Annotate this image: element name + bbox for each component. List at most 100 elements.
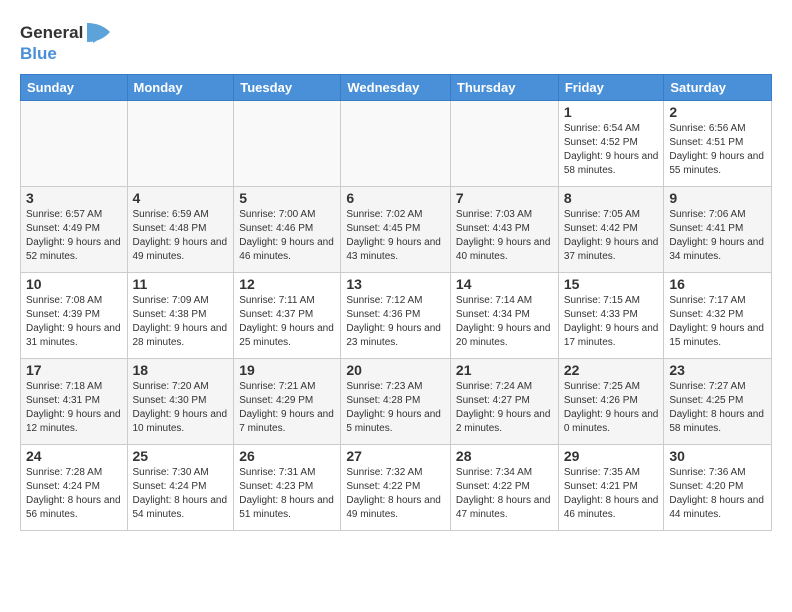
day-number: 30 xyxy=(669,448,766,464)
day-number: 23 xyxy=(669,362,766,378)
calendar-cell: 20 Sunrise: 7:23 AMSunset: 4:28 PMDayligh… xyxy=(341,359,451,445)
day-number: 6 xyxy=(346,190,445,206)
day-info: Sunrise: 7:34 AMSunset: 4:22 PMDaylight:… xyxy=(456,466,553,522)
day-info: Sunrise: 7:15 AMSunset: 4:33 PMDaylight:… xyxy=(564,294,659,350)
day-number: 12 xyxy=(239,276,335,292)
day-number: 15 xyxy=(564,276,659,292)
calendar-cell xyxy=(450,101,558,187)
calendar-cell: 29 Sunrise: 7:35 AMSunset: 4:21 PMDayligh… xyxy=(558,445,664,531)
calendar-cell: 12 Sunrise: 7:11 AMSunset: 4:37 PMDayligh… xyxy=(234,273,341,359)
calendar-cell: 26 Sunrise: 7:31 AMSunset: 4:23 PMDayligh… xyxy=(234,445,341,531)
calendar-cell: 25Sunrise: 7:30 AMSunset: 4:24 PMDayligh… xyxy=(127,445,234,531)
calendar-cell: 30 Sunrise: 7:36 AMSunset: 4:20 PMDayligh… xyxy=(664,445,772,531)
day-number: 4 xyxy=(133,190,229,206)
day-info: Sunrise: 7:11 AMSunset: 4:37 PMDaylight:… xyxy=(239,294,335,350)
day-info: Sunrise: 7:31 AMSunset: 4:23 PMDaylight:… xyxy=(239,466,335,522)
calendar-cell: 23 Sunrise: 7:27 AMSunset: 4:25 PMDayligh… xyxy=(664,359,772,445)
day-info: Sunrise: 6:57 AMSunset: 4:49 PMDaylight:… xyxy=(26,208,122,264)
day-number: 2 xyxy=(669,104,766,120)
calendar-week-row: 3 Sunrise: 6:57 AMSunset: 4:49 PMDaylight… xyxy=(21,187,772,273)
day-number: 3 xyxy=(26,190,122,206)
day-info: Sunrise: 7:24 AMSunset: 4:27 PMDaylight:… xyxy=(456,380,553,436)
day-number: 28 xyxy=(456,448,553,464)
day-info: Sunrise: 7:09 AMSunset: 4:38 PMDaylight:… xyxy=(133,294,229,350)
calendar-header-row: Sunday Monday Tuesday Wednesday Thursday… xyxy=(21,75,772,101)
day-info: Sunrise: 7:30 AMSunset: 4:24 PMDaylight:… xyxy=(133,466,229,522)
calendar-cell: 2 Sunrise: 6:56 AMSunset: 4:51 PMDaylight… xyxy=(664,101,772,187)
logo: General Blue xyxy=(20,18,115,64)
calendar-cell: 3 Sunrise: 6:57 AMSunset: 4:49 PMDaylight… xyxy=(21,187,128,273)
page-header: General Blue xyxy=(0,0,792,74)
calendar-cell: 16 Sunrise: 7:17 AMSunset: 4:32 PMDayligh… xyxy=(664,273,772,359)
calendar-cell: 19 Sunrise: 7:21 AMSunset: 4:29 PMDayligh… xyxy=(234,359,341,445)
day-number: 29 xyxy=(564,448,659,464)
calendar-cell: 22 Sunrise: 7:25 AMSunset: 4:26 PMDayligh… xyxy=(558,359,664,445)
day-number: 20 xyxy=(346,362,445,378)
day-info: Sunrise: 7:27 AMSunset: 4:25 PMDaylight:… xyxy=(669,380,766,436)
day-number: 5 xyxy=(239,190,335,206)
day-number: 14 xyxy=(456,276,553,292)
day-info: Sunrise: 7:17 AMSunset: 4:32 PMDaylight:… xyxy=(669,294,766,350)
col-wednesday: Wednesday xyxy=(341,75,451,101)
day-info: Sunrise: 7:36 AMSunset: 4:20 PMDaylight:… xyxy=(669,466,766,522)
day-info: Sunrise: 7:06 AMSunset: 4:41 PMDaylight:… xyxy=(669,208,766,264)
calendar-cell: 14 Sunrise: 7:14 AMSunset: 4:34 PMDayligh… xyxy=(450,273,558,359)
day-info: Sunrise: 6:54 AMSunset: 4:52 PMDaylight:… xyxy=(564,122,659,178)
day-info: Sunrise: 7:21 AMSunset: 4:29 PMDaylight:… xyxy=(239,380,335,436)
calendar-wrapper: Sunday Monday Tuesday Wednesday Thursday… xyxy=(0,74,792,531)
day-number: 26 xyxy=(239,448,335,464)
day-info: Sunrise: 6:59 AMSunset: 4:48 PMDaylight:… xyxy=(133,208,229,264)
logo-arrow-icon xyxy=(85,18,115,48)
col-monday: Monday xyxy=(127,75,234,101)
day-info: Sunrise: 6:56 AMSunset: 4:51 PMDaylight:… xyxy=(669,122,766,178)
col-saturday: Saturday xyxy=(664,75,772,101)
day-info: Sunrise: 7:08 AMSunset: 4:39 PMDaylight:… xyxy=(26,294,122,350)
day-number: 24 xyxy=(26,448,122,464)
day-info: Sunrise: 7:32 AMSunset: 4:22 PMDaylight:… xyxy=(346,466,445,522)
calendar-table: Sunday Monday Tuesday Wednesday Thursday… xyxy=(20,74,772,531)
day-number: 9 xyxy=(669,190,766,206)
day-number: 18 xyxy=(133,362,229,378)
logo-text-line2: Blue xyxy=(20,44,57,64)
calendar-cell: 5 Sunrise: 7:00 AMSunset: 4:46 PMDaylight… xyxy=(234,187,341,273)
day-info: Sunrise: 7:14 AMSunset: 4:34 PMDaylight:… xyxy=(456,294,553,350)
calendar-cell: 6 Sunrise: 7:02 AMSunset: 4:45 PMDaylight… xyxy=(341,187,451,273)
calendar-week-row: 10 Sunrise: 7:08 AMSunset: 4:39 PMDayligh… xyxy=(21,273,772,359)
day-number: 11 xyxy=(133,276,229,292)
calendar-cell: 10 Sunrise: 7:08 AMSunset: 4:39 PMDayligh… xyxy=(21,273,128,359)
day-number: 27 xyxy=(346,448,445,464)
day-number: 13 xyxy=(346,276,445,292)
calendar-week-row: 17 Sunrise: 7:18 AMSunset: 4:31 PMDayligh… xyxy=(21,359,772,445)
day-info: Sunrise: 7:05 AMSunset: 4:42 PMDaylight:… xyxy=(564,208,659,264)
day-info: Sunrise: 7:03 AMSunset: 4:43 PMDaylight:… xyxy=(456,208,553,264)
day-number: 17 xyxy=(26,362,122,378)
col-friday: Friday xyxy=(558,75,664,101)
day-info: Sunrise: 7:25 AMSunset: 4:26 PMDaylight:… xyxy=(564,380,659,436)
day-number: 22 xyxy=(564,362,659,378)
col-tuesday: Tuesday xyxy=(234,75,341,101)
day-info: Sunrise: 7:00 AMSunset: 4:46 PMDaylight:… xyxy=(239,208,335,264)
day-info: Sunrise: 7:20 AMSunset: 4:30 PMDaylight:… xyxy=(133,380,229,436)
calendar-cell: 13Sunrise: 7:12 AMSunset: 4:36 PMDayligh… xyxy=(341,273,451,359)
calendar-cell xyxy=(234,101,341,187)
col-thursday: Thursday xyxy=(450,75,558,101)
calendar-cell xyxy=(21,101,128,187)
logo-text-line1: General xyxy=(20,23,83,43)
calendar-cell: 28 Sunrise: 7:34 AMSunset: 4:22 PMDayligh… xyxy=(450,445,558,531)
calendar-cell: 11 Sunrise: 7:09 AMSunset: 4:38 PMDayligh… xyxy=(127,273,234,359)
day-number: 19 xyxy=(239,362,335,378)
calendar-cell: 4 Sunrise: 6:59 AMSunset: 4:48 PMDaylight… xyxy=(127,187,234,273)
day-info: Sunrise: 7:28 AMSunset: 4:24 PMDaylight:… xyxy=(26,466,122,522)
calendar-cell: 27 Sunrise: 7:32 AMSunset: 4:22 PMDayligh… xyxy=(341,445,451,531)
calendar-cell: 21 Sunrise: 7:24 AMSunset: 4:27 PMDayligh… xyxy=(450,359,558,445)
day-info: Sunrise: 7:02 AMSunset: 4:45 PMDaylight:… xyxy=(346,208,445,264)
calendar-cell: 8 Sunrise: 7:05 AMSunset: 4:42 PMDaylight… xyxy=(558,187,664,273)
day-info: Sunrise: 7:23 AMSunset: 4:28 PMDaylight:… xyxy=(346,380,445,436)
day-number: 8 xyxy=(564,190,659,206)
day-number: 21 xyxy=(456,362,553,378)
day-info: Sunrise: 7:35 AMSunset: 4:21 PMDaylight:… xyxy=(564,466,659,522)
day-number: 10 xyxy=(26,276,122,292)
day-info: Sunrise: 7:18 AMSunset: 4:31 PMDaylight:… xyxy=(26,380,122,436)
calendar-cell: 7Sunrise: 7:03 AMSunset: 4:43 PMDaylight… xyxy=(450,187,558,273)
day-number: 16 xyxy=(669,276,766,292)
